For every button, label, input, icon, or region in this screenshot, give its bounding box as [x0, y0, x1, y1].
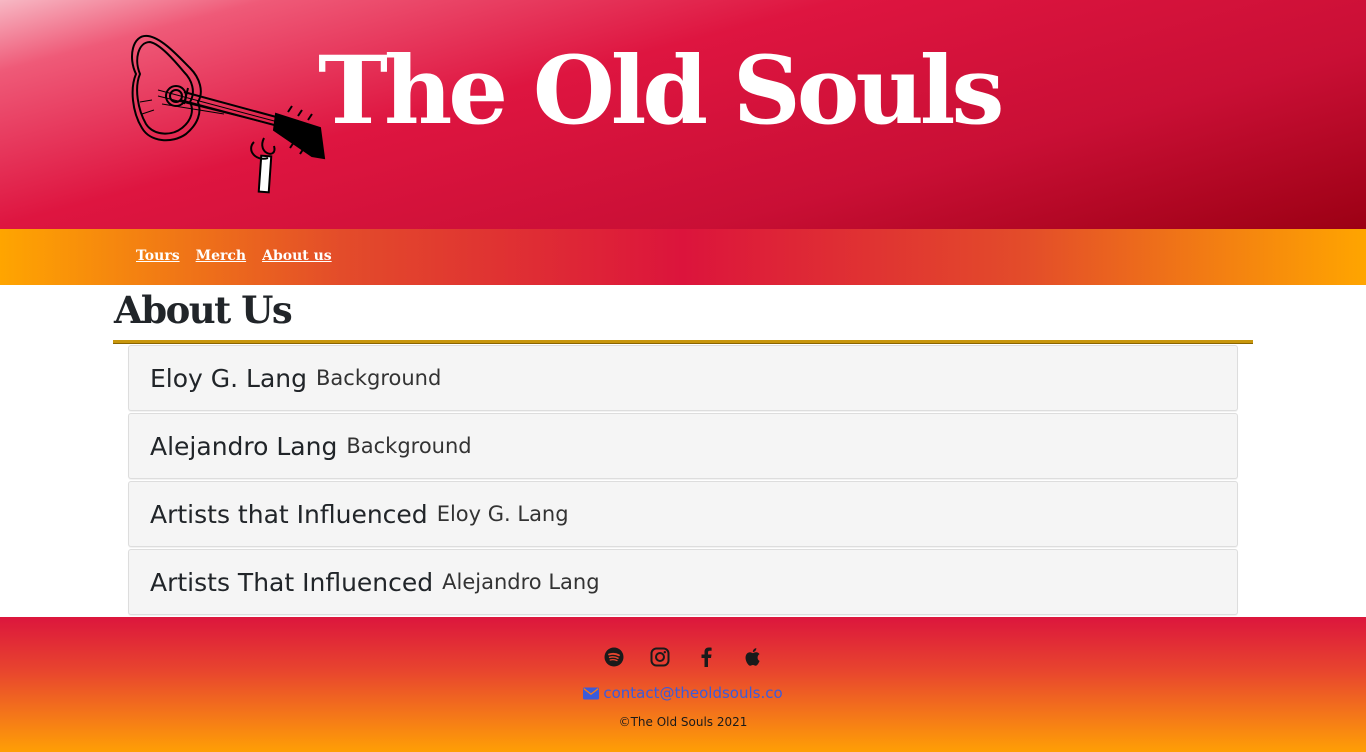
facebook-icon[interactable] — [695, 646, 717, 668]
nav-link-about-us[interactable]: About us — [262, 248, 332, 264]
site-header: The Old Souls — [0, 0, 1366, 229]
about-accordion: Eloy G. Lang Background Alejandro Lang B… — [128, 345, 1238, 617]
site-footer: contact@theoldsouls.co ©The Old Souls 20… — [0, 617, 1366, 752]
accordion-item-subtitle: Eloy G. Lang — [436, 502, 569, 526]
accordion-item-title: Alejandro Lang — [150, 431, 338, 461]
accordion-item-title: Eloy G. Lang — [150, 363, 308, 393]
nav-link-merch[interactable]: Merch — [196, 248, 246, 264]
accordion-item-title: Artists that Influenced — [150, 499, 428, 529]
site-title: The Old Souls — [318, 36, 1004, 146]
instagram-icon[interactable] — [649, 646, 671, 668]
accordion-item-eloy-influences[interactable]: Artists that Influenced Eloy G. Lang — [128, 481, 1238, 547]
copyright-text: ©The Old Souls 2021 — [618, 715, 748, 729]
accordion-item-subtitle: Background — [316, 366, 442, 390]
accordion-item-alejandro-influences[interactable]: Artists That Influenced Alejandro Lang — [128, 549, 1238, 615]
accordion-item-alejandro-background[interactable]: Alejandro Lang Background — [128, 413, 1238, 479]
accordion-item-title: Artists That Influenced — [150, 567, 434, 597]
accordion-item-subtitle: Alejandro Lang — [442, 570, 600, 594]
envelope-icon — [583, 686, 600, 704]
title-divider — [113, 340, 1253, 344]
guitar-icon — [128, 30, 328, 198]
nav-link-tours[interactable]: Tours — [136, 248, 180, 264]
contact-line: contact@theoldsouls.co — [0, 684, 1366, 704]
contact-email-link[interactable]: contact@theoldsouls.co — [603, 684, 782, 702]
main-navbar: Tours Merch About us — [0, 229, 1366, 285]
social-links — [0, 646, 1366, 668]
nav-links: Tours Merch About us — [136, 248, 332, 264]
page-title: About Us — [114, 288, 293, 332]
accordion-item-eloy-background[interactable]: Eloy G. Lang Background — [128, 345, 1238, 411]
accordion-item-subtitle: Background — [346, 434, 472, 458]
spotify-icon[interactable] — [603, 646, 625, 668]
apple-icon[interactable] — [741, 646, 763, 668]
